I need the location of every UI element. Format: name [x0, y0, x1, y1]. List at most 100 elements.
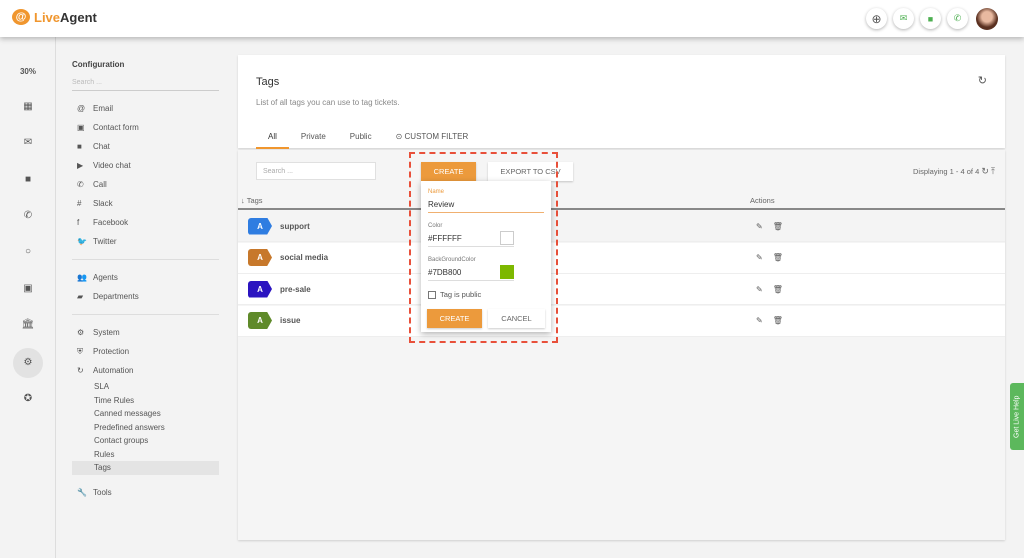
logo-icon: @: [12, 9, 30, 25]
delete-icon[interactable]: 🗑: [773, 222, 783, 231]
menu-item-email[interactable]: @ Email: [72, 99, 219, 118]
menu-item-system[interactable]: ⚙ System: [72, 323, 219, 342]
menu-item-agents[interactable]: 👥 Agents: [72, 268, 219, 287]
menu-icon: ▶: [77, 161, 84, 170]
popup-create-button[interactable]: CREATE: [427, 309, 482, 328]
menu-icon: ✆: [77, 180, 84, 189]
public-checkbox-row[interactable]: Tag is public: [428, 290, 481, 299]
contacts-icon[interactable]: ▣: [18, 283, 38, 294]
menu-icon: 👥: [77, 273, 87, 282]
email-icon[interactable]: ✉: [18, 137, 38, 148]
menu-icon: ↻: [77, 366, 84, 375]
tab-private[interactable]: Private: [289, 132, 338, 149]
plus-circle-icon[interactable]: ⊕: [866, 8, 887, 29]
dashboard-icon[interactable]: ▦: [18, 101, 38, 112]
phone-icon[interactable]: ✆: [947, 8, 968, 29]
tag-badge: A: [248, 249, 272, 266]
submenu-item-sla[interactable]: SLA: [72, 380, 219, 394]
menu-icon: ■: [77, 142, 82, 151]
tab-public[interactable]: Public: [338, 132, 384, 149]
edit-icon[interactable]: ✎: [756, 253, 763, 262]
name-input[interactable]: Review: [428, 200, 544, 213]
menu-icon: ▣: [77, 123, 85, 132]
refresh-icon[interactable]: ↻: [978, 74, 987, 87]
top-bar: @ LiveAgent ⊕ ✉ ■ ✆: [0, 0, 1024, 37]
config-search-input[interactable]: Search ...: [72, 79, 219, 91]
menu-item-tools[interactable]: 🔧 Tools: [72, 483, 219, 502]
table-header: ↓ Tags Actions: [238, 190, 1005, 210]
menu-icon: f: [77, 218, 80, 227]
bank-icon[interactable]: 🏛: [18, 319, 38, 330]
tag-badge: A: [248, 217, 272, 235]
bg-color-swatch[interactable]: [500, 265, 514, 279]
tag-name: pre-sale: [280, 284, 311, 294]
submenu-item-rules[interactable]: Rules: [72, 448, 219, 462]
menu-item-chat[interactable]: ■ Chat: [72, 137, 219, 156]
edit-icon[interactable]: ✎: [756, 316, 763, 325]
table-row[interactable]: Asupport ✎ 🗑: [238, 211, 1005, 242]
table-row[interactable]: Aissue ✎ 🗑: [238, 305, 1005, 337]
tags-search-input[interactable]: Search ...: [256, 162, 376, 180]
delete-icon[interactable]: 🗑: [773, 316, 783, 325]
configuration-panel: Configuration Search ... @ Email ▣ Contact …: [72, 60, 219, 502]
collapse-icon[interactable]: ⤒: [991, 166, 995, 176]
config-title: Configuration: [72, 60, 125, 69]
wrench-icon: 🔧: [77, 487, 87, 497]
phone-icon[interactable]: ✆: [18, 210, 38, 221]
percent-indicator: 30%: [19, 67, 36, 76]
menu-icon: ⚙: [77, 328, 85, 337]
table-row[interactable]: Apre-sale ✎ 🗑: [238, 274, 1005, 305]
chat-icon[interactable]: ■: [920, 8, 941, 29]
submenu-item-predefined-answers[interactable]: Predefined answers: [72, 421, 219, 435]
name-label: Name: [428, 189, 445, 195]
page-description: List of all tags you can use to tag tick…: [256, 98, 400, 107]
icon-rail: 30% ▦ ✉ ■ ✆ ○ ▣ 🏛 ⚙ ✪: [0, 37, 56, 558]
menu-item-protection[interactable]: ⛨ Protection: [72, 342, 219, 361]
circle-icon[interactable]: ○: [18, 246, 38, 257]
edit-icon[interactable]: ✎: [756, 222, 763, 231]
logo[interactable]: @ LiveAgent: [12, 9, 97, 25]
tab-all[interactable]: All: [256, 132, 289, 149]
tag-name: social media: [280, 253, 329, 262]
menu-item-slack[interactable]: # Slack: [72, 194, 219, 213]
color-label: Color: [428, 223, 443, 229]
public-checkbox[interactable]: [428, 290, 436, 299]
menu-icon: 🐦: [77, 237, 87, 246]
refresh-icon[interactable]: ↻: [981, 166, 989, 176]
delete-icon[interactable]: 🗑: [773, 253, 783, 262]
menu-icon: ⛨: [77, 346, 83, 356]
table-row[interactable]: Asocial media ✎ 🗑: [238, 242, 1005, 274]
chat-icon[interactable]: ■: [18, 174, 38, 185]
menu-item-departments[interactable]: ▰ Departments: [72, 287, 219, 306]
bg-color-label: BackGroundColor: [428, 257, 476, 263]
page-title: Tags: [256, 76, 280, 88]
color-swatch[interactable]: [500, 231, 514, 245]
menu-icon: #: [77, 199, 82, 208]
submenu-item-tags[interactable]: Tags: [72, 461, 219, 475]
submenu-item-contact-groups[interactable]: Contact groups: [72, 434, 219, 448]
menu-item-automation[interactable]: ↻ Automation: [72, 361, 219, 380]
col-actions: Actions: [750, 196, 775, 205]
menu-item-facebook[interactable]: f Facebook: [72, 213, 219, 232]
tags-header-card: Tags List of all tags you can use to tag…: [238, 55, 1005, 149]
menu-item-video-chat[interactable]: ▶ Video chat: [72, 156, 219, 175]
col-tags[interactable]: ↓ Tags: [241, 196, 263, 205]
get-live-help-tab[interactable]: Get Live Help: [1010, 383, 1024, 450]
delete-icon[interactable]: 🗑: [773, 285, 783, 294]
settings-icon[interactable]: ⚙: [13, 348, 43, 378]
tags-table-area: Search ... Displaying 1 - 4 of 4 ↻ ⤒ ↓ T…: [238, 150, 1005, 540]
tag-badge: A: [248, 280, 272, 298]
tab-custom-filter[interactable]: ⊙ CUSTOM FILTER: [384, 132, 481, 149]
edit-icon[interactable]: ✎: [756, 285, 763, 294]
submenu-item-time-rules[interactable]: Time Rules: [72, 394, 219, 408]
submenu-item-canned-messages[interactable]: Canned messages: [72, 407, 219, 421]
menu-item-call[interactable]: ✆ Call: [72, 175, 219, 194]
menu-item-contact-form[interactable]: ▣ Contact form: [72, 118, 219, 137]
popup-cancel-button[interactable]: CANCEL: [488, 309, 545, 328]
star-icon[interactable]: ✪: [18, 393, 38, 404]
tag-name: issue: [280, 316, 301, 325]
avatar[interactable]: [976, 8, 998, 30]
create-tag-popup: Name Review Color #FFFFFF BackGroundColo…: [421, 181, 551, 332]
menu-item-twitter[interactable]: 🐦 Twitter: [72, 232, 219, 251]
email-icon[interactable]: ✉: [893, 8, 914, 29]
